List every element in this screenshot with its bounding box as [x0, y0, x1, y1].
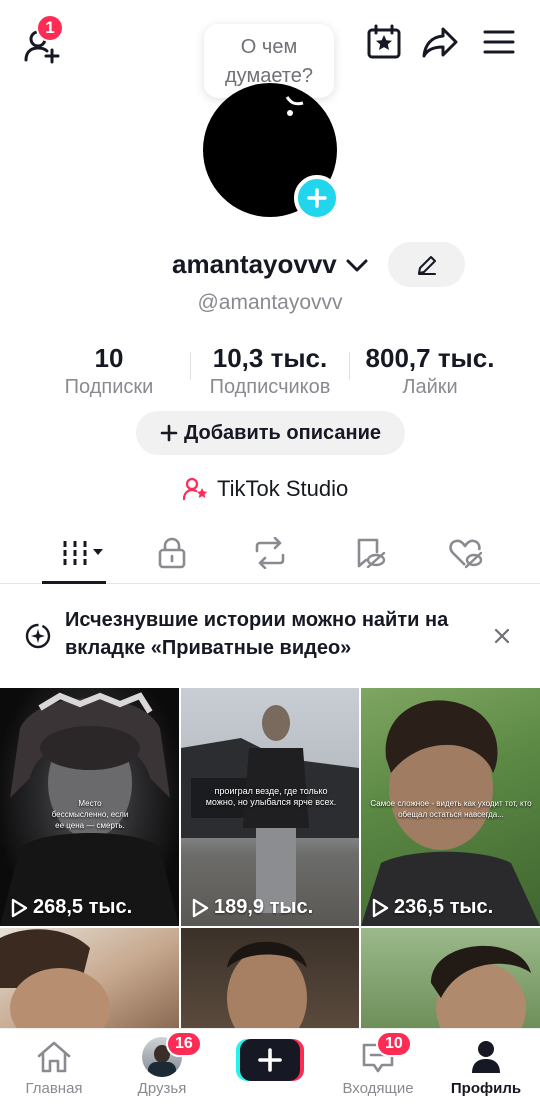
heart-hidden-icon	[449, 539, 483, 569]
active-tab-indicator	[42, 581, 106, 584]
nav-profile[interactable]: Профиль	[432, 1037, 540, 1097]
calendar-star-button[interactable]	[362, 20, 406, 64]
likes-label: Лайки	[402, 376, 458, 398]
hamburger-menu-icon	[483, 30, 515, 54]
video-tile[interactable]	[0, 928, 179, 1028]
video-tile[interactable]: проиграл везде, где только можно, но улы…	[181, 688, 359, 926]
username-switcher[interactable]: amantayovvv	[172, 249, 368, 280]
disappeared-stories-notice: Исчезнувшие истории можно найти на вклад…	[0, 596, 540, 676]
friends-badge: 16	[166, 1031, 202, 1057]
nav-friends-label: Друзья	[137, 1080, 187, 1097]
nav-profile-label: Профиль	[450, 1080, 522, 1097]
share-icon	[422, 27, 458, 58]
add-friends-badge: 1	[36, 14, 64, 42]
grid-icon	[63, 541, 103, 565]
plus-icon	[160, 424, 178, 442]
add-description-button[interactable]: Добавить описание	[136, 411, 405, 455]
bookmark-hidden-icon	[357, 538, 386, 569]
play-icon	[11, 898, 28, 917]
video-caption: Самое сложное - видеть как уходит тот, к…	[370, 799, 532, 819]
profile-handle: @amantayovvv	[197, 291, 343, 314]
video-tile[interactable]: Самое сложное - видеть как уходит тот, к…	[361, 688, 540, 926]
stat-followers[interactable]: 10,3 тыс. Подписчиков	[195, 342, 345, 400]
add-avatar-button[interactable]	[294, 175, 340, 221]
content-tabs	[0, 524, 540, 584]
stat-following[interactable]: 10 Подписки	[49, 342, 169, 400]
video-views: 236,5 тыс.	[371, 896, 493, 919]
following-label: Подписки	[64, 376, 154, 398]
followers-count: 10,3 тыс.	[212, 343, 328, 373]
repost-icon	[255, 537, 285, 569]
bottom-navigation: Главная 16 Друзья 10 Входящие Профиль	[0, 1028, 540, 1106]
edit-profile-button[interactable]	[388, 242, 465, 287]
tab-favorites[interactable]	[340, 524, 400, 582]
video-thumbnail	[227, 941, 307, 1028]
lock-icon	[158, 537, 186, 569]
video-tile[interactable]	[181, 928, 359, 1028]
play-icon	[372, 898, 389, 917]
inbox-badge: 10	[376, 1031, 412, 1057]
creator-star-icon	[183, 477, 208, 501]
profile-icon	[472, 1041, 500, 1073]
video-views-count: 268,5 тыс.	[33, 896, 133, 918]
nav-create[interactable]	[216, 1037, 324, 1083]
add-description-label: Добавить описание	[183, 421, 381, 444]
following-count: 10	[94, 343, 124, 373]
notice-text: Исчезнувшие истории можно найти на вклад…	[65, 609, 449, 659]
tab-videos[interactable]	[50, 524, 110, 582]
home-icon	[37, 1041, 71, 1073]
share-profile-button[interactable]	[418, 20, 462, 64]
tab-liked[interactable]	[436, 524, 496, 582]
plus-icon	[307, 188, 327, 208]
video-tile[interactable]: Место бессмысленно, если ее цена — смерт…	[0, 688, 179, 926]
pencil-icon	[417, 255, 436, 275]
create-plus-icon	[236, 1039, 304, 1081]
nav-home-label: Главная	[25, 1080, 83, 1097]
story-sparkle-icon	[25, 623, 51, 649]
play-icon	[192, 898, 209, 917]
nav-friends[interactable]: 16 Друзья	[108, 1031, 216, 1097]
nav-home[interactable]: Главная	[0, 1037, 108, 1097]
menu-button[interactable]	[477, 20, 521, 64]
video-views: 268,5 тыс.	[10, 896, 132, 919]
video-thumbnail	[0, 929, 110, 1028]
tab-private[interactable]	[142, 524, 202, 582]
nav-inbox[interactable]: 10 Входящие	[324, 1031, 432, 1097]
video-thumbnail	[431, 945, 531, 1028]
video-caption: проиграл везде, где только можно, но улы…	[205, 786, 337, 807]
nav-inbox-label: Входящие	[342, 1080, 414, 1097]
likes-count: 800,7 тыс.	[365, 343, 495, 373]
username: amantayovvv	[172, 249, 337, 279]
bubble-line-1: О чем	[240, 36, 298, 58]
tiktok-studio-link[interactable]: TikTok Studio	[183, 476, 348, 502]
video-tile[interactable]	[361, 928, 540, 1028]
stat-likes[interactable]: 800,7 тыс. Лайки	[355, 342, 505, 400]
video-views-count: 189,9 тыс.	[214, 896, 314, 918]
video-caption: Место бессмысленно, если ее цена — смерт…	[51, 799, 129, 830]
followers-label: Подписчиков	[209, 376, 331, 398]
close-icon[interactable]	[492, 626, 512, 646]
stat-divider	[349, 352, 350, 380]
chevron-down-icon	[346, 259, 368, 272]
tab-reposts[interactable]	[240, 524, 300, 582]
video-views: 189,9 тыс.	[191, 896, 313, 919]
calendar-star-icon	[367, 24, 401, 59]
studio-label: TikTok Studio	[217, 476, 349, 501]
video-views-count: 236,5 тыс.	[394, 896, 494, 918]
stat-divider	[190, 352, 191, 380]
